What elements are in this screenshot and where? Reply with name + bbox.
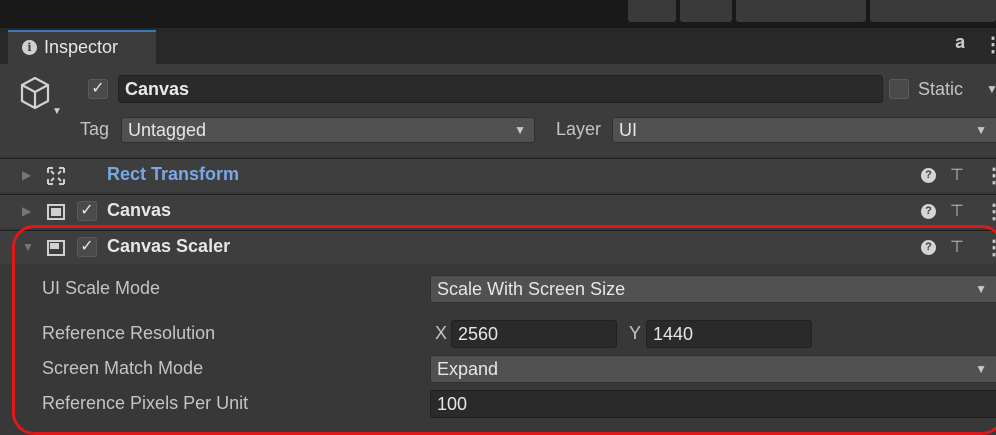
kebab-menu-icon[interactable]: ⋮ (983, 32, 996, 57)
kebab-menu-icon[interactable]: ⋮ (984, 163, 996, 188)
preset-icon[interactable]: ⊤ (950, 237, 964, 257)
chevron-down-icon: ▼ (975, 362, 987, 376)
component-title: Canvas Scaler (107, 236, 231, 256)
preset-icon[interactable]: ⊤ (950, 165, 964, 185)
layer-value: UI (619, 120, 637, 140)
layer-dropdown[interactable]: UI ▼ (612, 117, 996, 143)
static-label: Static (918, 79, 964, 99)
ui-scale-mode-value: Scale With Screen Size (437, 279, 626, 299)
gameobject-cube-icon[interactable] (20, 76, 50, 110)
toolbar-dropdown[interactable] (870, 0, 996, 22)
toolbar-dropdown[interactable] (736, 0, 866, 22)
canvas-component-icon (47, 204, 65, 220)
editor-toolbar (0, 0, 996, 28)
screen-match-mode-label: Screen Match Mode (42, 358, 204, 378)
canvas-scaler-icon (47, 240, 65, 256)
rect-transform-icon (47, 167, 65, 185)
fold-arrow-icon[interactable]: ▶ (22, 204, 31, 218)
chevron-down-icon: ▼ (975, 123, 987, 137)
ui-scale-mode-dropdown[interactable]: Scale With Screen Size ▼ (430, 275, 996, 303)
screen-match-mode-dropdown[interactable]: Expand ▼ (430, 355, 996, 383)
screen-match-mode-value: Expand (437, 359, 499, 379)
kebab-menu-icon[interactable]: ⋮ (984, 199, 996, 224)
reference-ppu-label: Reference Pixels Per Unit (42, 393, 249, 413)
component-header-canvas-scaler[interactable]: ▼ ✓ Canvas Scaler ? ⊤ ⋮ (0, 230, 996, 264)
toolbar-button[interactable] (628, 0, 676, 22)
chevron-down-icon: ▼ (975, 282, 987, 296)
tag-dropdown[interactable]: Untagged ▼ (121, 117, 535, 143)
help-icon[interactable]: ? (921, 204, 936, 219)
component-header-canvas[interactable]: ▶ ✓ Canvas ? ⊤ ⋮ (0, 194, 996, 228)
static-checkbox[interactable] (889, 79, 909, 99)
toolbar-button[interactable] (680, 0, 732, 22)
kebab-menu-icon[interactable]: ⋮ (984, 235, 996, 260)
tab-label: Inspector (44, 37, 119, 57)
x-axis-label: X (435, 323, 448, 343)
y-axis-label: Y (629, 323, 642, 343)
component-enabled-checkbox[interactable]: ✓ (77, 201, 97, 221)
ui-scale-mode-label: UI Scale Mode (42, 278, 161, 298)
component-header-rect-transform[interactable]: ▶ Rect Transform ? ⊤ ⋮ (0, 158, 996, 192)
help-icon[interactable]: ? (921, 168, 936, 183)
chevron-down-icon[interactable]: ▼ (52, 106, 62, 117)
layer-label: Layer (556, 119, 602, 139)
chevron-down-icon[interactable]: ▼ (986, 82, 996, 96)
component-title: Canvas (107, 200, 172, 220)
lock-icon[interactable]: 𝐚 (955, 32, 965, 53)
gameobject-name-field[interactable]: Canvas (118, 75, 883, 103)
help-icon[interactable]: ? (921, 240, 936, 255)
reference-resolution-y-input[interactable]: 1440 (646, 320, 812, 348)
preset-icon[interactable]: ⊤ (950, 201, 964, 221)
info-icon: i (22, 40, 37, 55)
reference-resolution-x-input[interactable]: 2560 (451, 320, 617, 348)
tab-inspector[interactable]: i Inspector (8, 30, 156, 64)
reference-ppu-input[interactable]: 100 (430, 390, 996, 418)
tag-label: Tag (80, 119, 110, 139)
chevron-down-icon: ▼ (514, 123, 526, 137)
fold-arrow-down-icon[interactable]: ▼ (22, 240, 34, 254)
component-enabled-checkbox[interactable]: ✓ (77, 237, 97, 257)
component-title: Rect Transform (107, 164, 240, 184)
tag-value: Untagged (128, 120, 207, 140)
fold-arrow-icon[interactable]: ▶ (22, 168, 31, 182)
active-checkbox[interactable]: ✓ (88, 79, 108, 99)
reference-resolution-label: Reference Resolution (42, 323, 216, 343)
